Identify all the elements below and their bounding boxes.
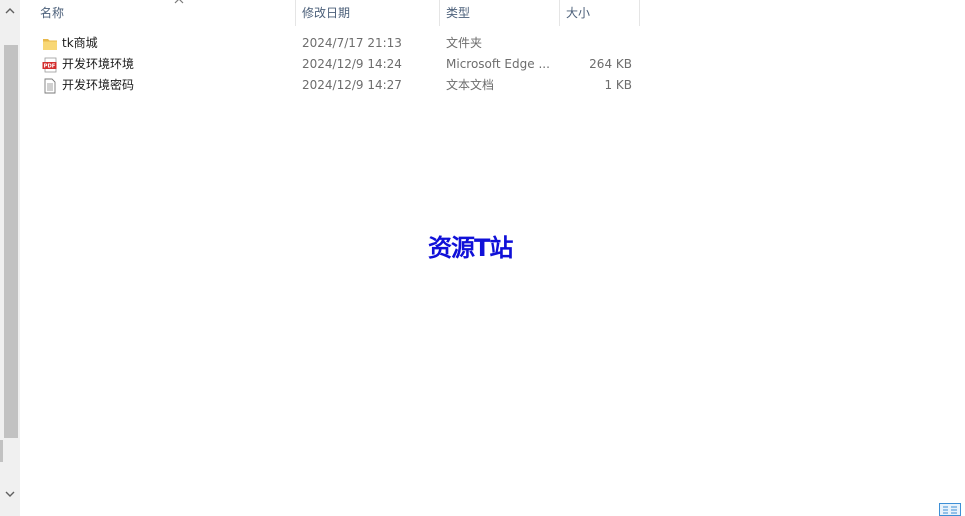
file-name: 开发环境密码 [62,78,135,92]
column-header-date[interactable]: 修改日期 [296,0,440,26]
details-view-glyph-icon [943,506,957,514]
file-size: 1 KB [604,78,632,92]
folder-icon [43,39,57,50]
file-name: tk商城 [62,36,98,50]
column-header-type-label: 类型 [446,6,471,20]
column-header-date-label: 修改日期 [302,6,351,20]
file-name: 开发环境环境 [62,57,135,71]
column-header-type[interactable]: 类型 [440,0,560,26]
column-header-name[interactable]: 名称 [34,0,296,26]
scroll-down-arrow-icon[interactable] [5,489,15,499]
file-row[interactable]: PDF 开发环境环境 2024/12/9 14:24 Microsoft Edg… [21,54,641,75]
file-row[interactable]: 开发环境密码 2024/12/9 14:27 文本文档 1 KB [21,75,641,96]
file-type: Microsoft Edge ... [446,57,550,71]
column-header: 名称 修改日期 类型 大小 [21,0,641,26]
file-type: 文本文档 [446,78,495,92]
scrollbar-thumb[interactable] [4,45,18,438]
file-type: 文件夹 [446,36,483,50]
sort-ascending-icon [174,0,184,4]
scroll-up-arrow-icon[interactable] [5,6,15,16]
column-header-name-label: 名称 [40,6,65,20]
details-view-icon[interactable] [939,503,961,516]
watermark-text: 资源T站 [428,234,513,262]
scrollbar-marker [0,440,3,462]
column-header-size[interactable]: 大小 [560,0,640,26]
vertical-scrollbar[interactable] [0,0,20,516]
text-file-icon [44,78,56,94]
file-date: 2024/12/9 14:24 [302,57,402,71]
column-header-size-label: 大小 [566,6,591,20]
file-date: 2024/12/9 14:27 [302,78,402,92]
file-row[interactable]: tk商城 2024/7/17 21:13 文件夹 [21,33,641,54]
svg-text:PDF: PDF [44,64,56,70]
file-date: 2024/7/17 21:13 [302,36,402,50]
pdf-icon: PDF [42,57,57,73]
file-list: tk商城 2024/7/17 21:13 文件夹 PDF 开发环境环境 2024… [21,33,641,96]
file-size: 264 KB [589,57,632,71]
